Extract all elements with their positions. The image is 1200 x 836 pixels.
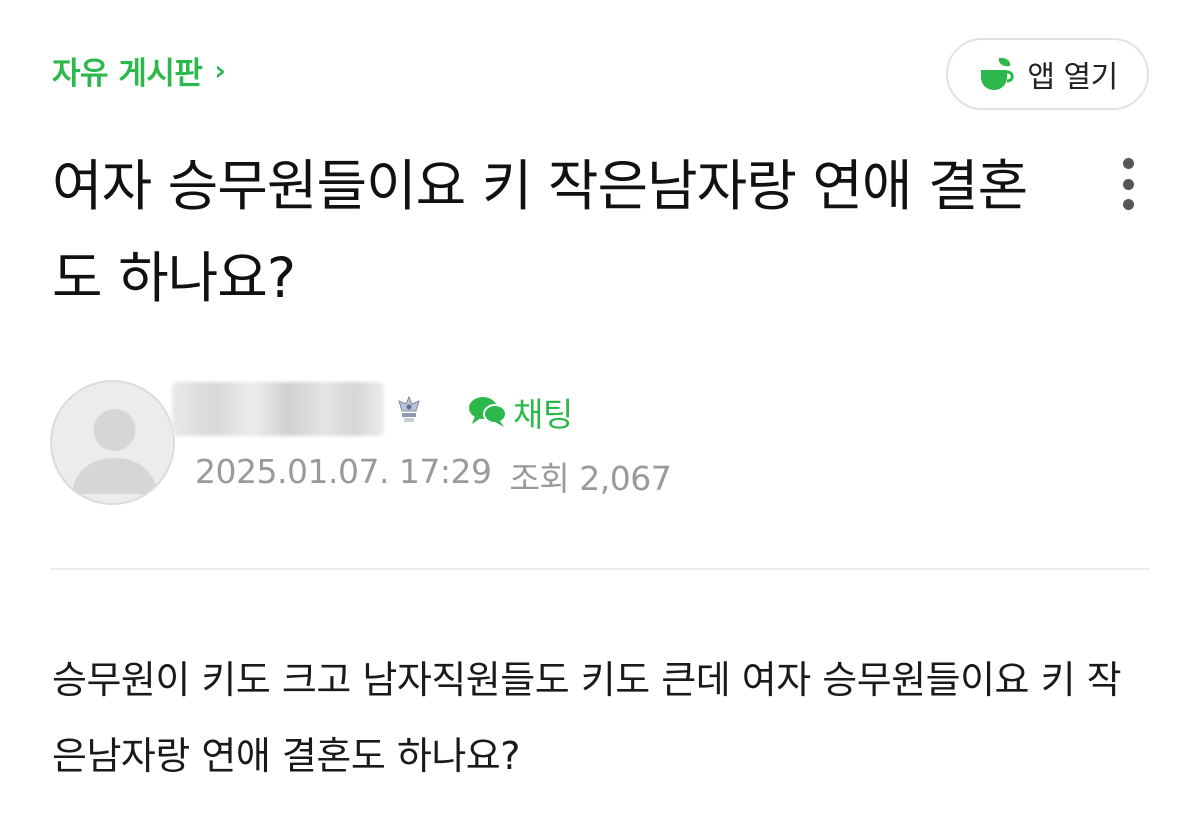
more-vertical-icon[interactable] [1110,154,1146,214]
board-name: 자유 게시판 [52,56,203,92]
divider [50,568,1150,570]
cafe-cup-icon [981,57,1015,90]
crown-badge-icon [398,395,420,422]
chat-label: 채팅 [513,395,573,434]
post-date: 2025.01.07. 17:29 [195,452,492,491]
chevron-right-icon: › [214,54,226,87]
post-title: 여자 승무원들이요 키 작은남자랑 연애 결혼도 하나요? [52,154,1028,310]
author-nickname-blurred[interactable] [172,382,384,436]
post-meta: 2025.01.07. 17:29 조회 2,067 [195,452,672,500]
open-app-label: 앱 열기 [1027,60,1118,95]
post-body: 승무원이 키도 크고 남자직원들도 키도 큰데 여자 승무원들이요 키 작은남자… [52,658,1122,778]
chat-bubble-icon [469,397,507,427]
avatar-placeholder-icon [72,409,157,494]
board-link[interactable]: 자유 게시판 › [52,48,226,93]
view-count: 조회 2,067 [509,459,672,498]
chat-button[interactable]: 채팅 [467,388,573,436]
open-app-button[interactable]: 앱 열기 [946,38,1149,110]
author-avatar[interactable] [50,380,175,505]
post-page: 자유 게시판 › 앱 열기 여자 승무원들이요 키 작은남자랑 연애 결혼도 하… [0,0,1200,836]
